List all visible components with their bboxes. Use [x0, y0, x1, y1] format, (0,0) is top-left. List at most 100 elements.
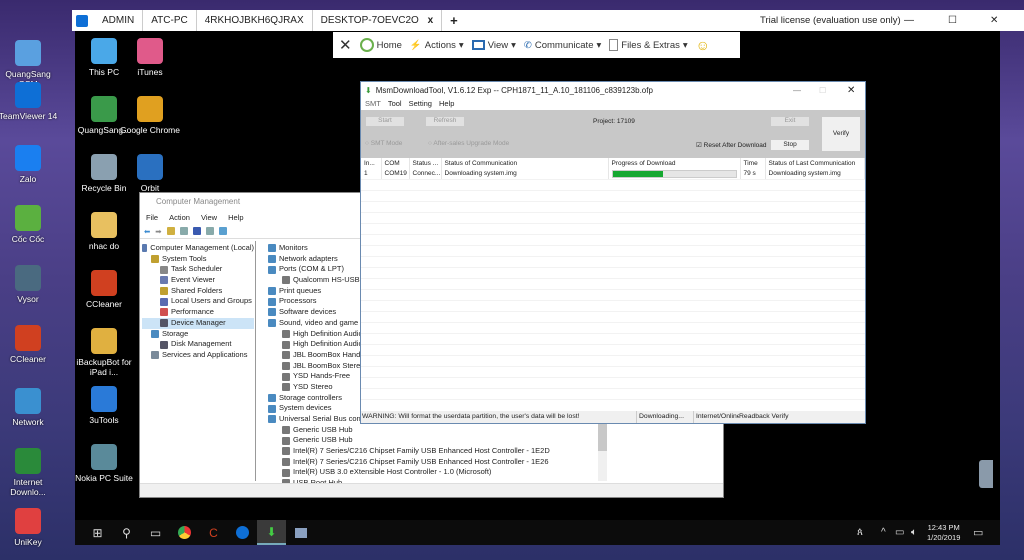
host-desktop-icon[interactable]: UniKey	[0, 508, 60, 547]
col-status[interactable]: Status ...	[409, 158, 442, 169]
device-tree-item[interactable]: Generic USB Hub	[260, 435, 600, 446]
notifications-icon[interactable]: ▭	[973, 526, 983, 539]
device-tree-item[interactable]: Intel(R) USB 3.0 eXtensible Host Control…	[260, 467, 600, 478]
properties-icon[interactable]	[205, 227, 214, 235]
col-com[interactable]: COM	[381, 158, 410, 169]
remote-desktop-icon[interactable]: Orbit	[118, 154, 182, 193]
refresh-button[interactable]: Refresh	[425, 116, 465, 127]
search-icon[interactable]: ⚲	[112, 520, 141, 545]
start-button[interactable]: Start	[365, 116, 405, 127]
col-time[interactable]: Time	[740, 158, 766, 169]
close-button[interactable]: ✕	[990, 15, 998, 26]
view-button[interactable]: View ▾	[471, 40, 516, 51]
start-button[interactable]: ⊞	[83, 520, 112, 545]
tab-desktop[interactable]: DESKTOP-7OEVC2O x	[312, 10, 443, 31]
ccleaner-taskbar-icon[interactable]: C	[199, 520, 228, 545]
people-icon[interactable]: ጰ	[857, 527, 863, 538]
cm-tree-item[interactable]: Disk Management	[142, 339, 254, 350]
help-icon[interactable]	[192, 227, 201, 235]
maximize-button[interactable]: ☐	[948, 15, 957, 26]
host-desktop-icon[interactable]: Internet Downlo...	[0, 448, 60, 497]
msm-download-taskbar-icon[interactable]: ⬇	[257, 520, 286, 545]
computer-management-taskbar-icon[interactable]	[286, 520, 315, 545]
msm-minimize[interactable]: —	[793, 86, 801, 95]
host-desktop-icon[interactable]: TeamViewer 14	[0, 82, 60, 121]
chrome-taskbar-icon[interactable]	[170, 520, 199, 545]
host-desktop-icon[interactable]: Zalo	[0, 145, 60, 184]
col-progress[interactable]: Progress of Download	[608, 158, 741, 169]
show-hide-icon[interactable]	[179, 227, 188, 235]
volume-icon[interactable]: 🔈︎	[911, 527, 917, 538]
reset-after-download-checkbox[interactable]: ☑ Reset After Download	[696, 141, 767, 149]
device-tree-item[interactable]: Intel(R) 7 Series/C216 Chipset Family US…	[260, 446, 600, 457]
up-icon[interactable]	[166, 227, 175, 235]
table-row[interactable]: 1 COM19 Connec... Downloading system.img 79…	[361, 168, 865, 179]
actions-button[interactable]: ⚡ Actions ▾	[410, 40, 464, 51]
close-tab-icon[interactable]: x	[428, 15, 434, 26]
menu-tool[interactable]: Tool	[388, 98, 402, 109]
back-icon[interactable]: ⬅	[144, 227, 150, 236]
clock[interactable]: 12:43 PM 1/20/2019	[927, 523, 960, 543]
remote-desktop-icon[interactable]: CCleaner	[72, 270, 136, 309]
menu-help[interactable]: Help	[439, 98, 454, 109]
forward-icon[interactable]: ➡	[155, 227, 161, 236]
remote-desktop-icon[interactable]: nhac do	[72, 212, 136, 251]
cm-tree-item[interactable]: Device Manager	[142, 317, 254, 329]
tab-4rkho[interactable]: 4RKHOJBKH6QJRAX	[197, 10, 313, 31]
menu-smt[interactable]: SMT	[365, 98, 381, 109]
teamviewer-taskbar-icon[interactable]	[228, 520, 257, 545]
cm-scrollbar[interactable]	[598, 421, 607, 481]
show-hidden-icons[interactable]: ^	[881, 527, 886, 538]
home-button[interactable]: Home	[359, 38, 402, 52]
msm-close[interactable]: ✕	[847, 85, 855, 96]
menu-action[interactable]: Action	[169, 211, 190, 224]
teamviewer-side-handle[interactable]	[979, 460, 993, 488]
verify-button[interactable]: Verify	[821, 116, 861, 152]
menu-help[interactable]: Help	[228, 211, 243, 224]
cm-tree-item[interactable]: Computer Management (Local)	[142, 243, 254, 254]
stop-button[interactable]: Stop	[770, 139, 810, 151]
host-desktop-icon[interactable]: CCleaner	[0, 325, 60, 364]
menu-view[interactable]: View	[201, 211, 217, 224]
remote-desktop-icon[interactable]: iTunes	[118, 38, 182, 77]
remote-desktop-icon[interactable]: Nokia PC Suite	[72, 444, 136, 483]
col-index[interactable]: In...	[361, 158, 382, 169]
close-session-button[interactable]: ✕	[339, 36, 352, 54]
scroll-thumb[interactable]	[598, 423, 607, 451]
host-desktop-icon[interactable]: Network	[0, 388, 60, 427]
remote-desktop-icon[interactable]: Google Chrome	[118, 96, 182, 135]
cm-tree-item[interactable]: Local Users and Groups	[142, 296, 254, 307]
cm-tree-item[interactable]: Task Scheduler	[142, 264, 254, 275]
monitor-icon[interactable]	[218, 227, 227, 235]
cm-tree-item[interactable]: Storage	[142, 329, 254, 340]
tab-atc-pc[interactable]: ATC-PC	[143, 10, 197, 31]
msm-maximize[interactable]: ☐	[819, 86, 826, 95]
host-desktop-icon[interactable]: Vysor	[0, 265, 60, 304]
col-last-comm[interactable]: Status of Last Communication	[765, 158, 865, 169]
emoji-icon[interactable]: ☺	[696, 37, 710, 53]
device-tree-item[interactable]: Intel(R) 7 Series/C216 Chipset Family US…	[260, 457, 600, 468]
new-tab-button[interactable]: +	[450, 13, 458, 28]
remote-desktop-icon[interactable]: iBackupBot for iPad i...	[72, 328, 136, 377]
menu-setting[interactable]: Setting	[409, 98, 432, 109]
cm-tree-item[interactable]: Event Viewer	[142, 275, 254, 286]
minimize-button[interactable]: —	[904, 15, 914, 26]
remote-desktop-icon[interactable]: 3uTools	[72, 386, 136, 425]
device-tree-item[interactable]: Generic USB Hub	[260, 425, 600, 436]
cm-tree-item[interactable]: System Tools	[142, 254, 254, 265]
communicate-button[interactable]: ✆ Communicate ▾	[524, 40, 601, 51]
col-status-comm[interactable]: Status of Communication	[441, 158, 609, 169]
device-label: Generic USB Hub	[293, 424, 353, 434]
cm-tree-item[interactable]: Shared Folders	[142, 286, 254, 297]
tab-admin[interactable]: ADMIN	[94, 10, 144, 31]
smt-mode-radio[interactable]: ○ SMT Mode	[365, 140, 402, 147]
cm-tree-item[interactable]: Performance	[142, 307, 254, 318]
network-icon[interactable]: ▭	[895, 527, 904, 538]
menu-file[interactable]: File	[146, 211, 158, 224]
exit-button[interactable]: Exit	[770, 116, 810, 127]
host-desktop-icon[interactable]: Cốc Cốc	[0, 205, 60, 244]
files-extras-button[interactable]: Files & Extras ▾	[609, 39, 688, 51]
task-view-icon[interactable]: ▭	[141, 520, 170, 545]
aftersales-mode-radio[interactable]: ○ After-sales Upgrade Mode	[428, 140, 509, 147]
cm-tree-item[interactable]: Services and Applications	[142, 350, 254, 361]
